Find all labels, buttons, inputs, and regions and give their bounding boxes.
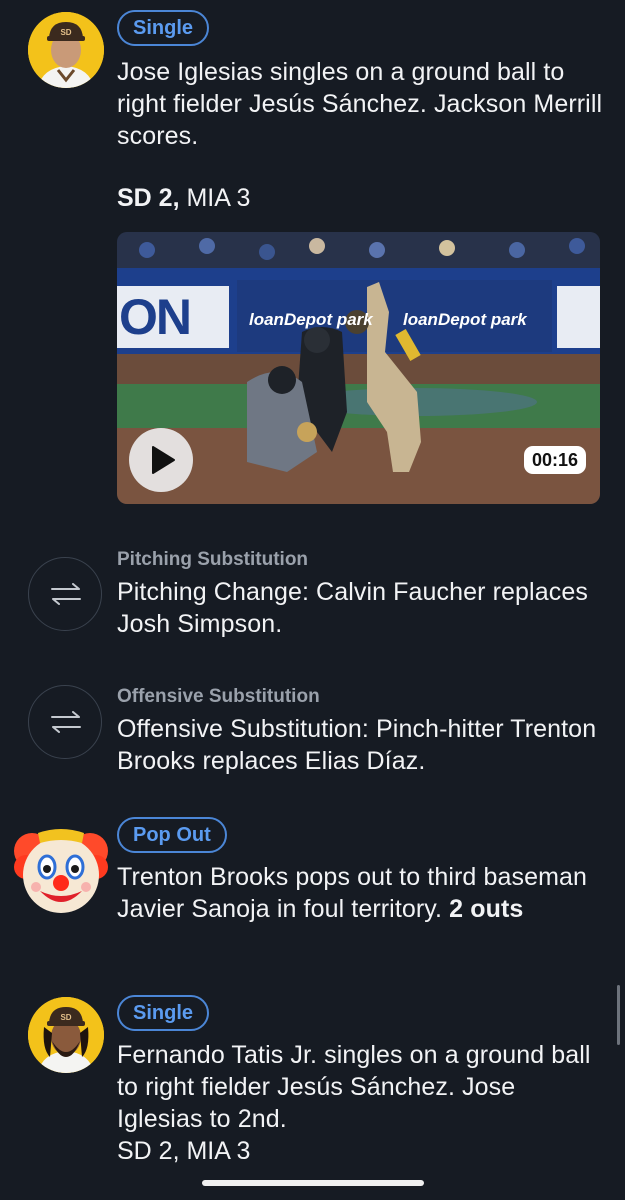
swap-arrows-icon bbox=[28, 557, 102, 631]
play-button[interactable] bbox=[129, 428, 193, 492]
home-indicator[interactable] bbox=[202, 1180, 424, 1186]
event-type-label: Offensive Substitution bbox=[117, 686, 320, 707]
score-line: SD 2, MIA 3 bbox=[117, 182, 605, 214]
play-description: Offensive Substitution: Pinch-hitter Tre… bbox=[117, 715, 597, 775]
stadium-sign-1: loanDepot park bbox=[249, 310, 373, 329]
svg-text:SD: SD bbox=[60, 28, 71, 37]
score-sd: SD 2, bbox=[117, 184, 180, 212]
play-description: Trenton Brooks pops out to third baseman… bbox=[117, 861, 605, 925]
outs-count: 2 outs bbox=[449, 895, 524, 923]
play-description: Pitching Change: Calvin Faucher replaces… bbox=[117, 578, 588, 638]
event-type-label: Pitching Substitution bbox=[117, 549, 309, 570]
highlight-video-thumbnail[interactable]: ON loanDepot park loanDepot park 00:16 bbox=[117, 232, 600, 504]
play-description: Jose Iglesias singles on a ground ball t… bbox=[117, 58, 603, 150]
score-line: SD 2, MIA 3 bbox=[117, 1137, 251, 1165]
scrollbar[interactable] bbox=[617, 985, 620, 1045]
video-duration: 00:16 bbox=[523, 446, 586, 474]
play-icon bbox=[152, 446, 175, 474]
player-avatar-tatis[interactable]: SD bbox=[28, 997, 104, 1073]
score-mia: MIA 3 bbox=[186, 184, 251, 212]
clown-face-icon bbox=[14, 829, 108, 913]
play-by-play-feed: SD Single Jose Iglesias singles on a gro… bbox=[0, 0, 625, 1200]
player-photo: SD bbox=[28, 997, 104, 1073]
play-type-badge[interactable]: Single bbox=[117, 10, 210, 46]
play-type-badge[interactable]: Single bbox=[117, 995, 210, 1031]
svg-text:SD: SD bbox=[60, 1013, 71, 1022]
play-description: Fernando Tatis Jr. singles on a ground b… bbox=[117, 1041, 591, 1133]
play-type-badge[interactable]: Pop Out bbox=[117, 817, 227, 853]
swap-arrows-icon bbox=[28, 685, 102, 759]
player-photo: SD bbox=[28, 12, 104, 88]
player-avatar-iglesias[interactable]: SD bbox=[28, 12, 104, 88]
wall-text: ON bbox=[119, 289, 192, 345]
stadium-sign-2: loanDepot park bbox=[403, 310, 527, 329]
